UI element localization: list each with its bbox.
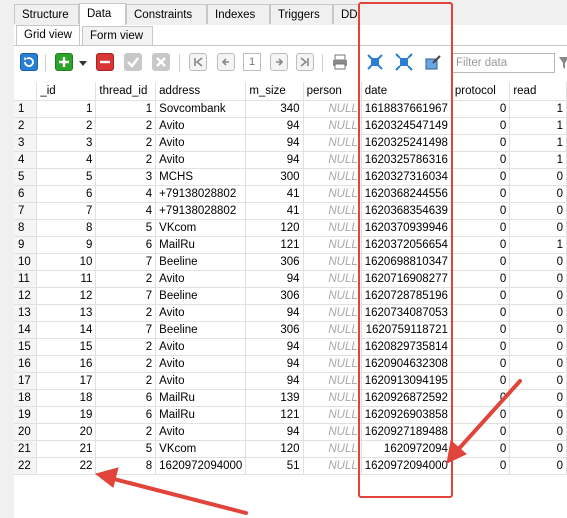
annotation-arrows: [94, 379, 522, 515]
arrow-to-date-row: [446, 379, 522, 464]
arrow-to-id-row: [94, 467, 248, 515]
